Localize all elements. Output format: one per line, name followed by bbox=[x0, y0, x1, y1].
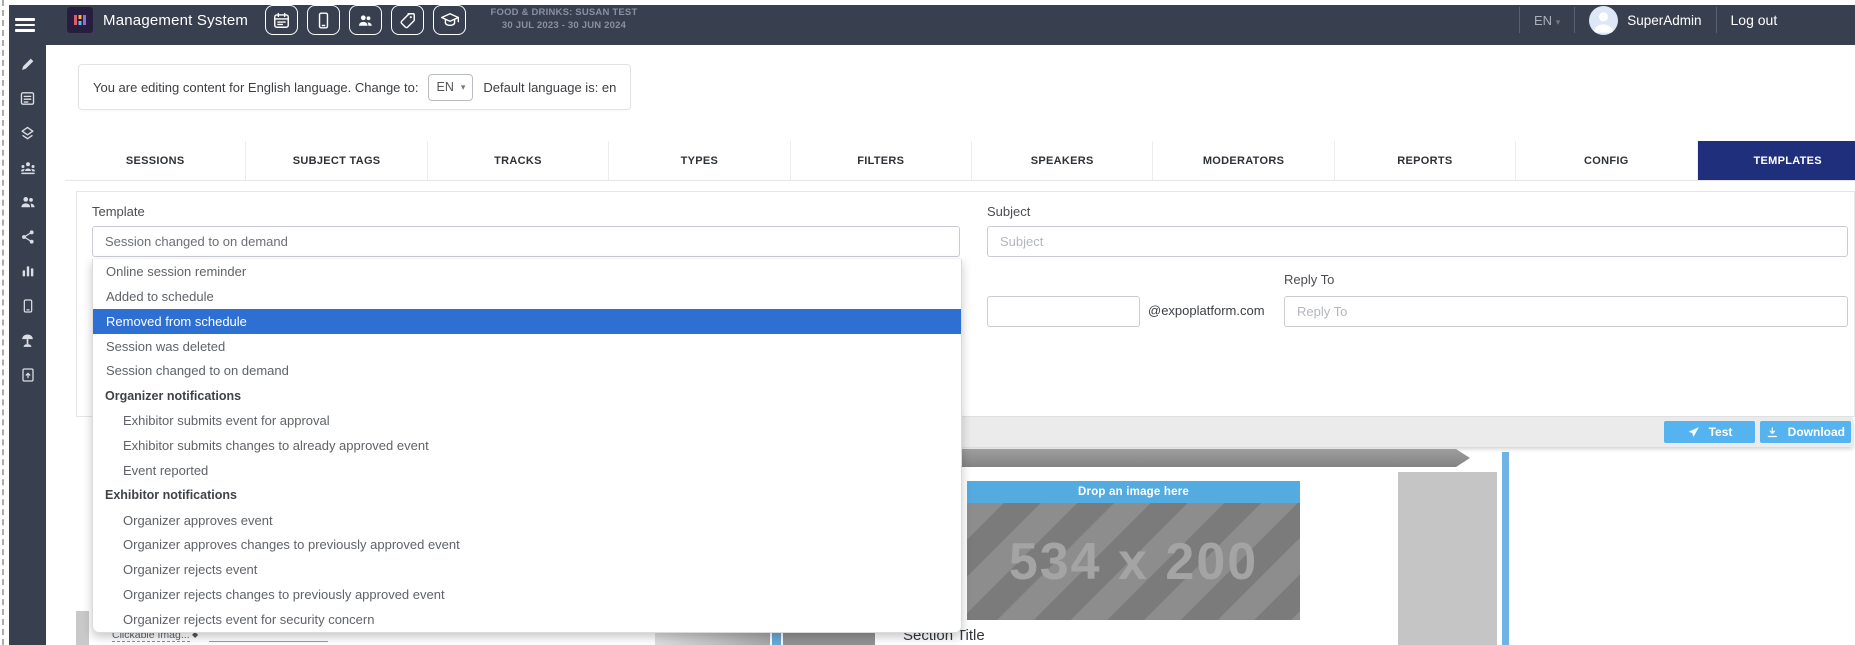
event-name: FOOD & DRINKS: SUSAN TEST bbox=[479, 6, 649, 19]
placeholder-stripes: 534 x 200 bbox=[967, 503, 1300, 620]
dropdown-option[interactable]: Exhibitor submits changes to already app… bbox=[93, 433, 961, 458]
app-screen: Management System bbox=[0, 0, 1855, 645]
avatar[interactable] bbox=[1589, 6, 1618, 35]
editor-left-scrollbar[interactable] bbox=[76, 611, 89, 645]
dropdown-option[interactable]: Organizer rejects changes to previously … bbox=[93, 582, 961, 607]
chart-icon[interactable] bbox=[19, 262, 37, 280]
notice-language-select[interactable]: EN▾ bbox=[428, 74, 473, 101]
divider bbox=[1574, 7, 1575, 33]
people-icon[interactable] bbox=[19, 193, 37, 211]
tab-tracks[interactable]: TRACKS bbox=[428, 141, 609, 180]
divider bbox=[1519, 7, 1520, 33]
stand-icon[interactable] bbox=[19, 331, 37, 349]
language-selector[interactable]: EN ▾ bbox=[1534, 13, 1560, 28]
tab-subject-tags[interactable]: SUBJECT TAGS bbox=[246, 141, 427, 180]
dropdown-group-header: Organizer notifications bbox=[93, 383, 961, 408]
tab-bar: SESSIONS SUBJECT TAGS TRACKS TYPES FILTE… bbox=[65, 141, 1855, 181]
capture-dashed-border bbox=[2, 0, 4, 645]
reply-to-label: Reply To bbox=[1284, 272, 1334, 287]
edit-icon[interactable] bbox=[19, 55, 37, 73]
dropdown-option[interactable]: Event reported bbox=[93, 458, 961, 483]
mobile-icon[interactable] bbox=[307, 5, 340, 35]
dropdown-option[interactable]: Session was deleted bbox=[93, 334, 961, 359]
event-info: FOOD & DRINKS: SUSAN TEST 30 JUL 2023 - … bbox=[479, 6, 649, 32]
header-right: EN ▾ SuperAdmin Log out bbox=[1505, 0, 1777, 40]
template-dropdown: Online session reminder Added to schedul… bbox=[92, 259, 962, 633]
conference-icon[interactable] bbox=[19, 159, 37, 177]
calendar-icon[interactable] bbox=[265, 5, 298, 35]
left-sidebar bbox=[9, 45, 46, 645]
tab-speakers[interactable]: SPEAKERS bbox=[972, 141, 1153, 180]
dropdown-option[interactable]: Added to schedule bbox=[93, 284, 961, 309]
chevron-down-icon: ▾ bbox=[1556, 17, 1561, 27]
clickable-image-underline bbox=[209, 641, 328, 642]
list-icon[interactable] bbox=[19, 90, 37, 108]
logout-button[interactable]: Log out bbox=[1731, 12, 1778, 28]
header-quick-buttons bbox=[265, 5, 466, 35]
from-input[interactable] bbox=[987, 296, 1140, 327]
layers-icon[interactable] bbox=[19, 124, 37, 142]
template-label: Template bbox=[92, 204, 145, 219]
logo-glyph bbox=[72, 12, 88, 28]
language-notice: You are editing content for English lang… bbox=[78, 64, 631, 110]
tab-filters[interactable]: FILTERS bbox=[791, 141, 972, 180]
dropdown-option[interactable]: Session changed to on demand bbox=[93, 358, 961, 383]
notice-text: You are editing content for English lang… bbox=[93, 80, 418, 95]
dropdown-option[interactable]: Organizer rejects event for security con… bbox=[93, 607, 961, 632]
editor-fragment-strip bbox=[655, 631, 770, 645]
preview-header-bar bbox=[875, 449, 1470, 467]
template-select[interactable]: Session changed to on demand bbox=[92, 226, 960, 257]
tab-types[interactable]: TYPES bbox=[609, 141, 790, 180]
people-icon[interactable] bbox=[349, 5, 382, 35]
event-dates: 30 JUL 2023 - 30 JUN 2024 bbox=[479, 19, 649, 32]
hamburger-menu-icon[interactable] bbox=[15, 18, 35, 32]
email-domain: @expoplatform.com bbox=[1148, 303, 1265, 318]
dropdown-option[interactable]: Organizer rejects event bbox=[93, 557, 961, 582]
editor-fragment-block bbox=[783, 631, 875, 645]
app-title: Management System bbox=[103, 12, 248, 29]
tab-moderators[interactable]: MODERATORS bbox=[1153, 141, 1334, 180]
download-icon bbox=[1766, 426, 1779, 439]
tab-reports[interactable]: REPORTS bbox=[1335, 141, 1516, 180]
dropdown-option[interactable]: Organizer approves changes to previously… bbox=[93, 532, 961, 557]
send-icon bbox=[1687, 426, 1700, 439]
reply-to-input[interactable]: Reply To bbox=[1284, 296, 1848, 327]
subject-input[interactable]: Subject bbox=[987, 226, 1848, 257]
dropdown-group-header: Exhibitor notifications bbox=[93, 483, 961, 508]
placeholder-size: 534 x 200 bbox=[1009, 532, 1258, 592]
download-button[interactable]: Download bbox=[1760, 421, 1851, 443]
mobile-icon[interactable] bbox=[19, 297, 37, 315]
preview-scrollbar[interactable] bbox=[1502, 452, 1509, 645]
dropdown-option[interactable]: Organizer approves event bbox=[93, 508, 961, 533]
file-upload-icon[interactable] bbox=[19, 366, 37, 384]
editor-fragment-accent bbox=[772, 631, 781, 645]
notice-default-text: Default language is: en bbox=[483, 80, 616, 95]
tab-sessions[interactable]: SESSIONS bbox=[65, 141, 246, 180]
user-name[interactable]: SuperAdmin bbox=[1627, 13, 1701, 28]
subject-label: Subject bbox=[987, 204, 1030, 219]
app-logo bbox=[67, 7, 93, 33]
tab-templates[interactable]: TEMPLATES bbox=[1698, 141, 1855, 180]
chevron-down-icon: ▾ bbox=[461, 83, 466, 92]
test-button[interactable]: Test bbox=[1664, 421, 1755, 443]
dropdown-option[interactable]: Online session reminder bbox=[93, 259, 961, 284]
divider bbox=[1716, 7, 1717, 33]
share-icon[interactable] bbox=[19, 228, 37, 246]
preview-toolbar: Test Download bbox=[875, 417, 1853, 447]
preview-side-panel bbox=[1398, 472, 1497, 645]
image-placeholder: Drop an image here 534 x 200 bbox=[967, 481, 1300, 620]
drop-image-zone[interactable]: Drop an image here bbox=[967, 481, 1300, 503]
tab-config[interactable]: CONFIG bbox=[1516, 141, 1697, 180]
dropdown-option-selected[interactable]: Removed from schedule bbox=[93, 309, 961, 334]
tag-icon[interactable] bbox=[391, 5, 424, 35]
dropdown-option[interactable]: Exhibitor submits event for approval bbox=[93, 408, 961, 433]
education-icon[interactable] bbox=[433, 5, 466, 35]
